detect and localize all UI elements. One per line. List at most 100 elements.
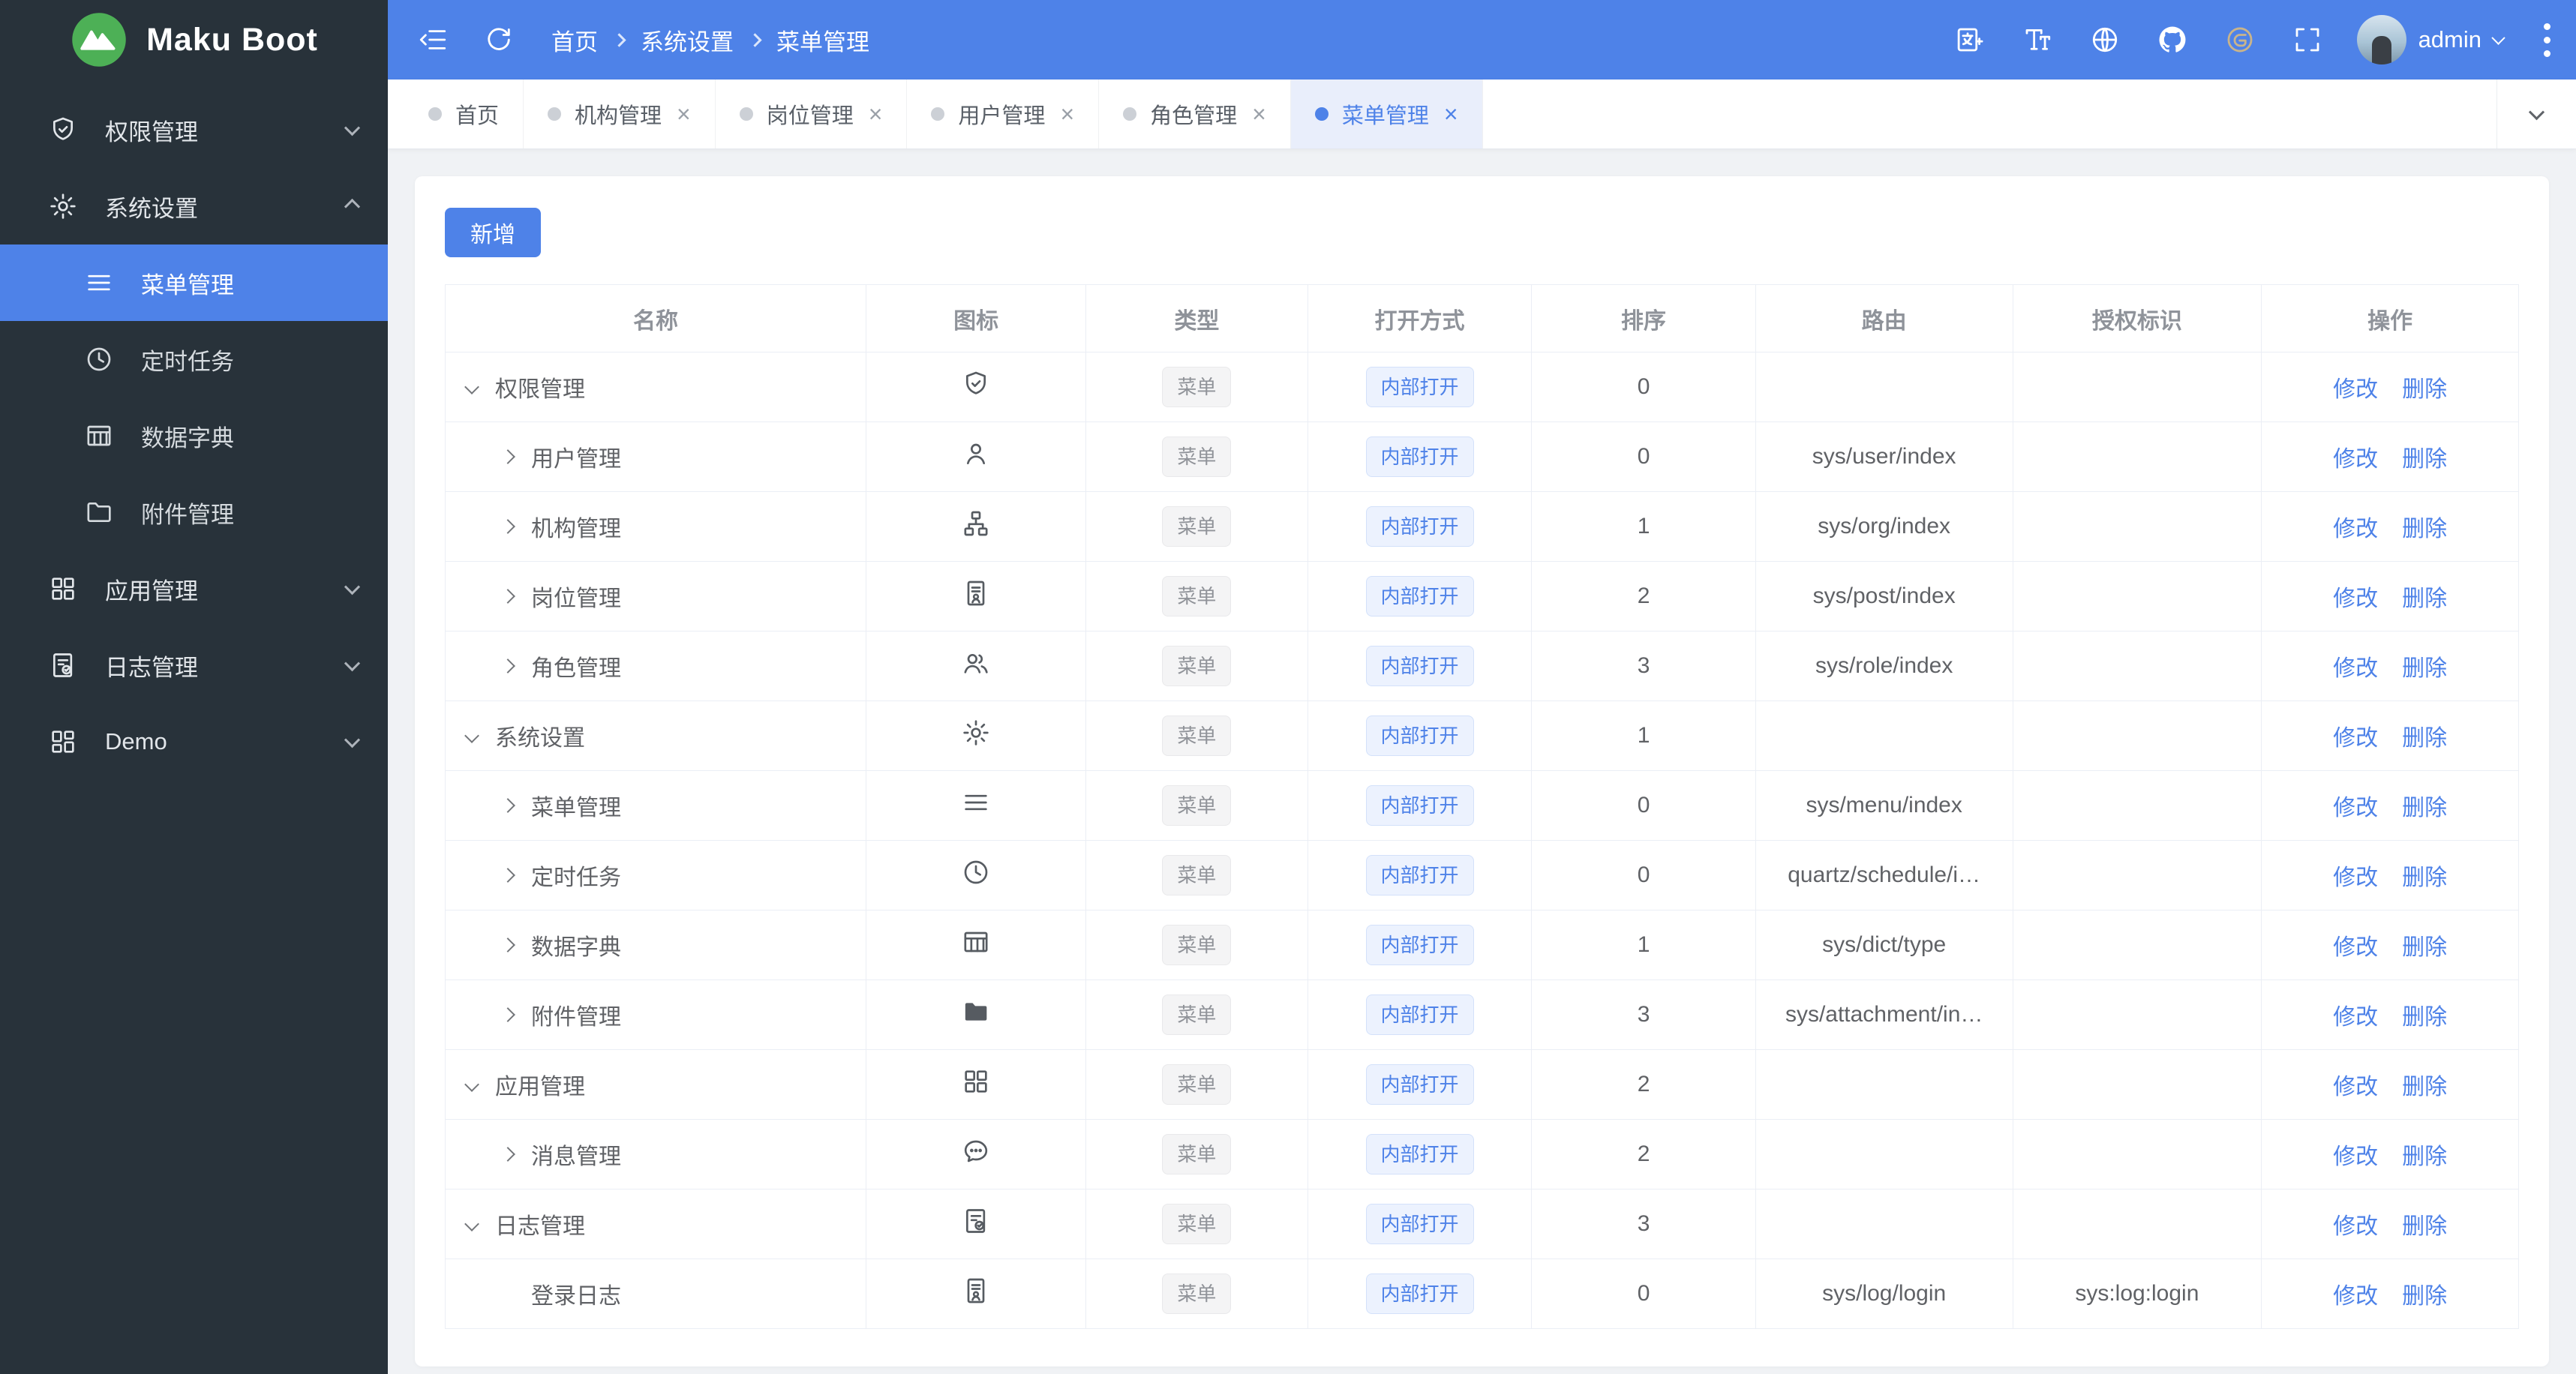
- kebab-icon[interactable]: [2538, 17, 2556, 63]
- sidebar-subitem[interactable]: 附件管理: [0, 474, 388, 550]
- type-tag: 菜单: [1162, 436, 1232, 477]
- expand-right-icon[interactable]: [500, 938, 515, 952]
- user-menu[interactable]: admin: [2356, 15, 2505, 64]
- sidebar-item[interactable]: 系统设置: [0, 168, 388, 244]
- fold-menu-icon[interactable]: [415, 22, 451, 58]
- sidebar-item[interactable]: 应用管理: [0, 550, 388, 627]
- delete-link[interactable]: 删除: [2402, 586, 2447, 611]
- sidebar-item-label: 权限管理: [105, 118, 198, 146]
- edit-link[interactable]: 修改: [2333, 447, 2378, 472]
- expand-down-icon[interactable]: [464, 380, 479, 394]
- tab-close-icon[interactable]: ×: [1060, 102, 1074, 126]
- delete-link[interactable]: 删除: [2402, 517, 2447, 542]
- tab-dot-icon: [1314, 107, 1329, 121]
- tab[interactable]: 岗位管理 ×: [715, 80, 908, 148]
- refresh-icon[interactable]: [481, 22, 517, 58]
- sort-value: 1: [1531, 910, 1756, 980]
- sidebar-item[interactable]: 日志管理: [0, 627, 388, 704]
- sidebar-item[interactable]: Demo: [0, 704, 388, 780]
- delete-link[interactable]: 删除: [2402, 1284, 2447, 1309]
- sidebar-subitem[interactable]: 菜单管理: [0, 244, 388, 321]
- delete-link[interactable]: 删除: [2402, 726, 2447, 751]
- delete-link[interactable]: 删除: [2402, 935, 2447, 960]
- tabbar: 首页 机构管理 × 岗位管理 × 用户管理 × 角色管理 × 菜单管理 ×: [388, 80, 2576, 149]
- edit-link[interactable]: 修改: [2333, 656, 2378, 681]
- tab-close-icon[interactable]: ×: [1444, 102, 1458, 126]
- delete-link[interactable]: 删除: [2402, 377, 2447, 402]
- route-value: [1755, 1119, 2013, 1190]
- edit-link[interactable]: 修改: [2333, 586, 2378, 611]
- edit-link[interactable]: 修改: [2333, 726, 2378, 751]
- edit-link[interactable]: 修改: [2333, 517, 2378, 542]
- expand-right-icon[interactable]: [500, 868, 515, 883]
- delete-link[interactable]: 删除: [2402, 1144, 2447, 1169]
- delete-link[interactable]: 删除: [2402, 796, 2447, 820]
- edit-link[interactable]: 修改: [2333, 935, 2378, 960]
- expand-down-icon[interactable]: [464, 1077, 479, 1092]
- tab[interactable]: 角色管理 ×: [1099, 80, 1291, 148]
- translate-icon[interactable]: [1952, 22, 1988, 58]
- tab-overflow-button[interactable]: [2496, 80, 2576, 148]
- table-row: 机构管理 菜单 内部打开 1 sys/org/index 修改 删除: [444, 491, 2519, 562]
- role-icon: [961, 648, 991, 678]
- breadcrumb-item[interactable]: 系统设置: [641, 23, 734, 57]
- expand-right-icon[interactable]: [500, 798, 515, 813]
- tab-close-icon[interactable]: ×: [677, 102, 691, 126]
- globe-icon[interactable]: [2087, 22, 2123, 58]
- edit-link[interactable]: 修改: [2333, 1075, 2378, 1100]
- auth-value: [2012, 631, 2262, 701]
- sidebar-subitem-label: 附件管理: [141, 501, 234, 528]
- delete-link[interactable]: 删除: [2402, 1214, 2447, 1239]
- open-mode-tag: 内部打开: [1365, 506, 1474, 547]
- delete-link[interactable]: 删除: [2402, 1075, 2447, 1100]
- menu-name-label: 应用管理: [495, 1075, 585, 1100]
- app-logo[interactable]: Maku Boot: [0, 0, 388, 80]
- menu-card: 新增 名称 图标 类型 打开方式 排序 路由 授权标识 操作 权限管理 菜单 内部打开 0 修改 删除用…: [415, 176, 2549, 1366]
- expand-right-icon[interactable]: [500, 449, 515, 464]
- breadcrumb-item[interactable]: 首页: [551, 23, 598, 57]
- expand-right-icon[interactable]: [500, 589, 515, 604]
- delete-link[interactable]: 删除: [2402, 1005, 2447, 1030]
- message-icon: [961, 1136, 991, 1166]
- delete-link[interactable]: 删除: [2402, 656, 2447, 681]
- sidebar-subitem[interactable]: 定时任务: [0, 321, 388, 398]
- topbar-left-icons: [415, 22, 517, 58]
- edit-link[interactable]: 修改: [2333, 866, 2378, 890]
- expand-right-icon[interactable]: [500, 658, 515, 674]
- avatar[interactable]: [2356, 15, 2406, 64]
- edit-link[interactable]: 修改: [2333, 1005, 2378, 1030]
- edit-link[interactable]: 修改: [2333, 796, 2378, 820]
- sidebar-subitem[interactable]: 数据字典: [0, 398, 388, 474]
- tab[interactable]: 首页: [404, 80, 524, 148]
- font-size-icon[interactable]: [2019, 22, 2055, 58]
- tab[interactable]: 用户管理 ×: [907, 80, 1100, 148]
- tab-close-icon[interactable]: ×: [1252, 102, 1266, 126]
- expand-down-icon[interactable]: [464, 1216, 479, 1232]
- expand-down-icon[interactable]: [464, 728, 479, 743]
- tab-dot-icon: [739, 107, 753, 121]
- edit-link[interactable]: 修改: [2333, 1144, 2378, 1169]
- add-button[interactable]: 新增: [445, 208, 541, 257]
- tab[interactable]: 菜单管理 ×: [1290, 80, 1483, 148]
- sidebar-item[interactable]: 权限管理: [0, 92, 388, 168]
- gitee-icon[interactable]: [2222, 22, 2258, 58]
- menu-name-cell: 系统设置: [458, 719, 854, 752]
- table-row: 消息管理 菜单 内部打开 2 修改 删除: [444, 1119, 2519, 1190]
- tab-close-icon[interactable]: ×: [869, 102, 883, 126]
- tab[interactable]: 机构管理 ×: [524, 80, 716, 148]
- delete-link[interactable]: 删除: [2402, 447, 2447, 472]
- edit-link[interactable]: 修改: [2333, 377, 2378, 402]
- edit-link[interactable]: 修改: [2333, 1214, 2378, 1239]
- menu-name-cell: 应用管理: [458, 1068, 854, 1101]
- delete-link[interactable]: 删除: [2402, 866, 2447, 890]
- menu-icon: [961, 788, 991, 818]
- fullscreen-icon[interactable]: [2289, 22, 2325, 58]
- expand-right-icon[interactable]: [500, 1147, 515, 1162]
- expand-right-icon[interactable]: [500, 1007, 515, 1022]
- expand-right-icon[interactable]: [500, 519, 515, 534]
- chevron-down-icon: [344, 578, 361, 595]
- github-icon[interactable]: [2154, 22, 2190, 58]
- type-tag: 菜单: [1162, 1274, 1232, 1314]
- edit-link[interactable]: 修改: [2333, 1284, 2378, 1309]
- open-mode-tag: 内部打开: [1365, 855, 1474, 896]
